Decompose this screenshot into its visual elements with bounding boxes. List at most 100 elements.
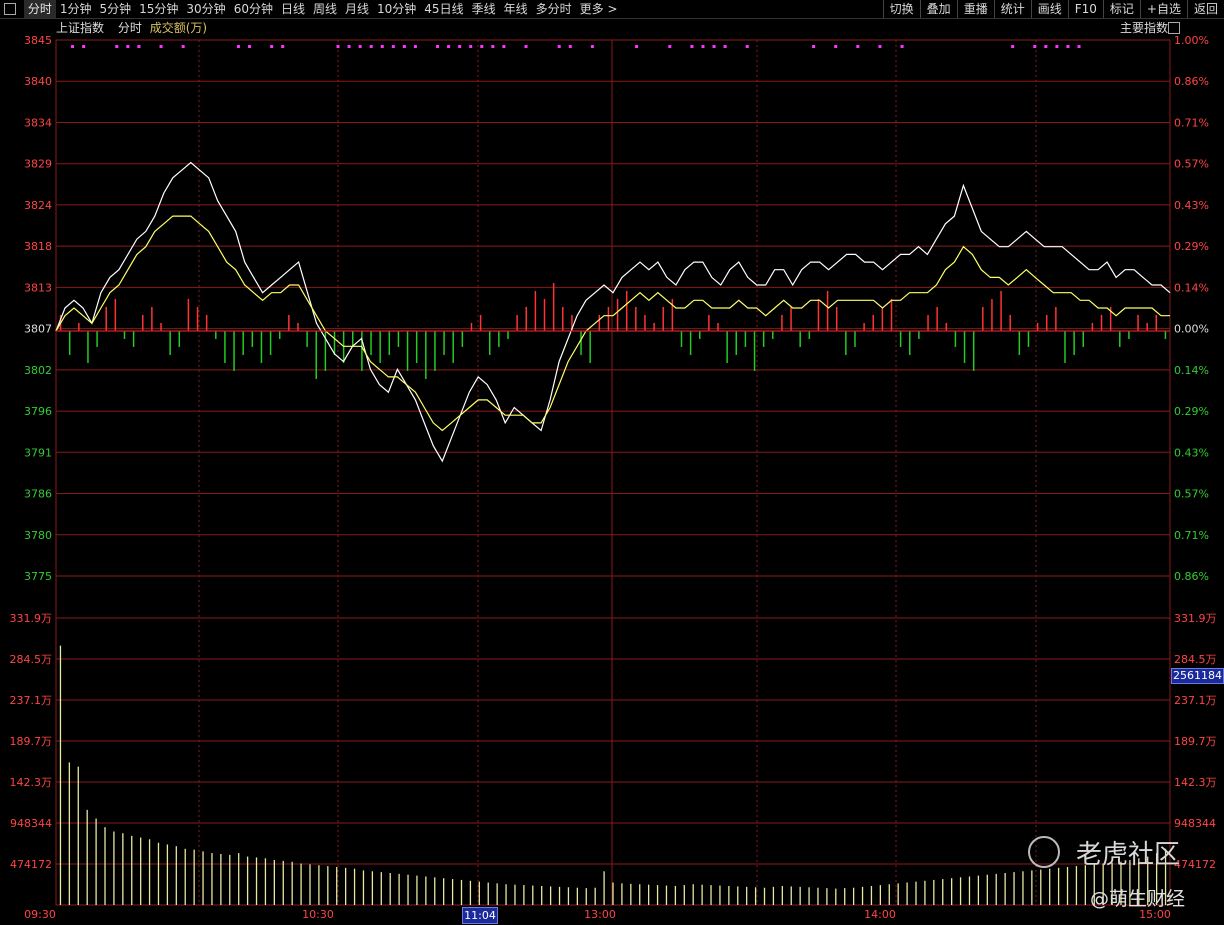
signal-dot <box>557 45 561 48</box>
volume-tick-label: 948344 <box>10 817 52 830</box>
volume-tick-label-right: 331.9万 <box>1174 612 1217 625</box>
pct-tick-label: 0.57% <box>1174 488 1209 501</box>
signal-dot <box>402 45 406 48</box>
signal-dot <box>1055 45 1059 48</box>
pct-tick-label: 0.71% <box>1174 116 1209 129</box>
signal-dot <box>369 45 373 48</box>
time-tick-label: 13:00 <box>584 908 616 921</box>
signal-dot <box>336 45 340 48</box>
signal-dot <box>347 45 351 48</box>
price-tick-label: 3829 <box>24 158 52 171</box>
signal-dot <box>1033 45 1037 48</box>
pct-tick-label: 0.71% <box>1174 529 1209 542</box>
intraday-chart[interactable]: 3845 1.00% 3840 0.86% 3834 0.71% 3829 0.57% 3824… <box>0 0 1224 925</box>
pct-tick-label: 0.29% <box>1174 240 1209 253</box>
volume-tick-label-right: 237.1万 <box>1174 694 1217 707</box>
signal-dot <box>712 45 716 48</box>
signal-dot <box>181 45 185 48</box>
price-tick-label: 3834 <box>24 116 52 129</box>
volume-readout: 2561184 <box>1171 668 1224 684</box>
pct-tick-label: 0.86% <box>1174 570 1209 583</box>
price-tick-label: 3780 <box>24 529 52 542</box>
signal-dot <box>900 45 904 48</box>
signal-dot <box>469 45 473 48</box>
signal-dot <box>380 45 384 48</box>
price-tick-label: 3791 <box>24 446 52 459</box>
signal-dot <box>391 45 395 48</box>
pct-tick-label: 0.43% <box>1174 199 1209 212</box>
author-watermark: @萌生财经 <box>1090 888 1186 910</box>
volume-tick-label-right: 948344 <box>1174 817 1216 830</box>
chart-frame <box>55 39 1171 906</box>
signal-dot <box>524 45 528 48</box>
pct-tick-label: 0.14% <box>1174 364 1209 377</box>
signal-dot <box>281 45 285 48</box>
signal-dot <box>458 45 462 48</box>
signal-dot <box>248 45 252 48</box>
signal-dot <box>126 45 130 48</box>
time-tick-label: 09:30 <box>24 908 56 921</box>
signal-dot <box>812 45 816 48</box>
price-tick-label: 3775 <box>24 570 52 583</box>
volume-tick-label: 331.9万 <box>10 612 53 625</box>
signal-dot <box>701 45 705 48</box>
signal-dot <box>723 45 727 48</box>
signal-dot <box>115 45 119 48</box>
pct-tick-label: 0.57% <box>1174 158 1209 171</box>
signal-dot <box>745 45 749 48</box>
price-tick-label: 3807 <box>24 323 52 336</box>
signal-dot <box>480 45 484 48</box>
signal-dot <box>137 45 141 48</box>
price-tick-label: 3824 <box>24 199 52 212</box>
signal-dot <box>590 45 594 48</box>
signal-dot <box>447 45 451 48</box>
pct-tick-label: 0.29% <box>1174 405 1209 418</box>
pct-tick-label: 0.43% <box>1174 446 1209 459</box>
price-tick-label: 3802 <box>24 364 52 377</box>
volume-tick-label: 189.7万 <box>10 735 53 748</box>
volume-tick-label-right: 189.7万 <box>1174 735 1217 748</box>
signal-dot <box>568 45 572 48</box>
volume-tick-label: 474172 <box>10 858 52 871</box>
tiger-logo-icon <box>1028 836 1060 868</box>
pct-tick-label: 0.86% <box>1174 75 1209 88</box>
price-tick-label: 3796 <box>24 405 52 418</box>
signal-dot <box>690 45 694 48</box>
time-cursor-label: 11:04 <box>462 907 498 924</box>
signal-dot <box>668 45 672 48</box>
signal-dot <box>436 45 440 48</box>
watermark-text: 老虎社区 <box>1076 840 1181 870</box>
volume-tick-label-right: 474172 <box>1174 858 1216 871</box>
signal-dot <box>358 45 362 48</box>
price-tick-label: 3813 <box>24 281 52 294</box>
price-tick-label: 3818 <box>24 240 52 253</box>
time-tick-label: 14:00 <box>864 908 896 921</box>
signal-dot <box>82 45 86 48</box>
signal-dot <box>71 45 75 48</box>
volume-tick-label-right: 284.5万 <box>1174 653 1217 666</box>
signal-dot <box>1011 45 1015 48</box>
signal-dot <box>491 45 495 48</box>
price-tick-label: 3840 <box>24 75 52 88</box>
signal-dot <box>413 45 417 48</box>
price-tick-label: 3786 <box>24 488 52 501</box>
price-line <box>55 161 1171 463</box>
signal-dot <box>159 45 163 48</box>
volume-tick-label-right: 142.3万 <box>1174 776 1217 789</box>
signal-dot <box>878 45 882 48</box>
pct-tick-label: 0.00% <box>1174 323 1209 336</box>
price-tick-label: 3845 <box>24 34 52 47</box>
signal-dot <box>270 45 274 48</box>
signal-dot <box>502 45 506 48</box>
pct-tick-label: 1.00% <box>1174 34 1209 47</box>
signal-dot <box>236 45 240 48</box>
signal-dot <box>635 45 639 48</box>
signal-dot <box>1066 45 1070 48</box>
pct-tick-label: 0.14% <box>1174 281 1209 294</box>
signal-dot <box>834 45 838 48</box>
volume-tick-label: 237.1万 <box>10 694 53 707</box>
signal-dot <box>856 45 860 48</box>
signal-dot <box>1044 45 1048 48</box>
time-tick-label: 10:30 <box>302 908 334 921</box>
volume-tick-label: 142.3万 <box>10 776 53 789</box>
